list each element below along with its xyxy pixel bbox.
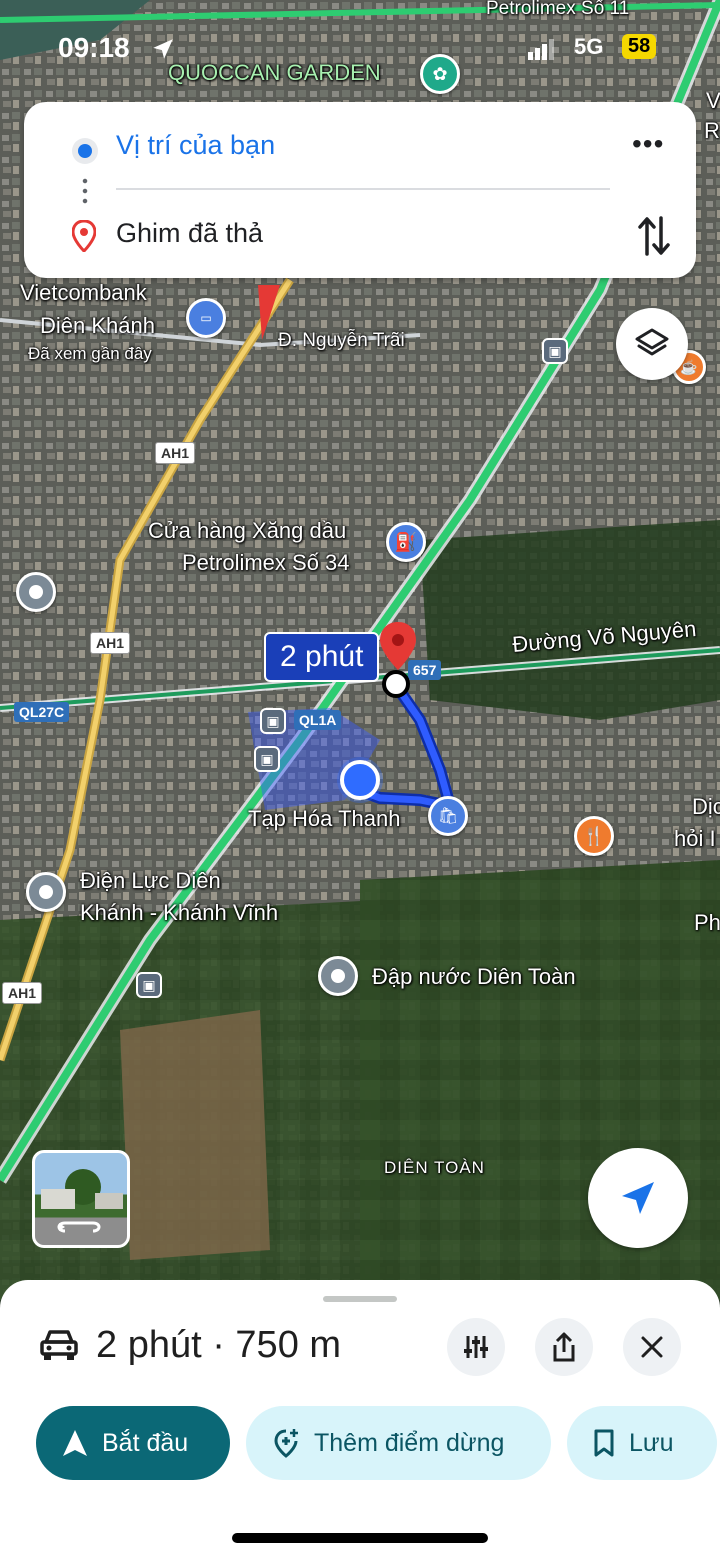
close-button[interactable]	[623, 1318, 681, 1376]
status-time: 09:18	[58, 32, 130, 63]
highway-shield-ql27c: QL27C	[14, 702, 70, 722]
sheet-drag-handle[interactable]	[323, 1296, 397, 1302]
location-arrow-icon	[153, 39, 173, 59]
bank-poi-icon[interactable]: ▭	[186, 298, 226, 338]
dropped-pin-icon[interactable]	[376, 620, 420, 700]
signal-icon	[528, 39, 554, 60]
swap-vertical-icon[interactable]	[636, 214, 672, 258]
place-label-petrolimex-34[interactable]: Petrolimex Số 34	[182, 550, 350, 575]
save-button[interactable]: Lưu	[567, 1406, 717, 1480]
close-icon	[641, 1336, 663, 1358]
highway-shield-ah1: AH1	[2, 982, 43, 1004]
share-icon	[553, 1332, 575, 1362]
start-navigation-button[interactable]: Bắt đầu	[36, 1406, 230, 1480]
place-poi-icon[interactable]	[318, 956, 358, 996]
battery-level: 58	[622, 34, 657, 59]
place-label-dap-nuoc[interactable]: Đập nước Diên Toàn	[372, 964, 576, 989]
shop-poi-icon[interactable]: 🛍	[428, 796, 468, 836]
place-poi-icon[interactable]	[16, 572, 56, 612]
more-options-button[interactable]: •••	[632, 128, 664, 160]
edge-label-v: V	[706, 88, 720, 113]
place-label-recently-viewed: Đã xem gần đây	[28, 344, 152, 363]
bus-stop-icon[interactable]: ▣	[136, 972, 162, 998]
add-stop-button[interactable]: Thêm điểm dừng	[246, 1406, 551, 1480]
my-location-button[interactable]	[588, 1148, 688, 1248]
place-label-vietcombank[interactable]: Vietcombank	[20, 280, 147, 305]
share-button[interactable]	[535, 1318, 593, 1376]
add-stop-label: Thêm điểm dừng	[314, 1428, 505, 1457]
layers-icon	[635, 328, 669, 356]
destination-pin-icon	[72, 220, 96, 252]
origin-field[interactable]: Vị trí của bạn	[116, 130, 275, 161]
navigation-arrow-icon	[62, 1429, 88, 1457]
destination-field[interactable]: Ghim đã thả	[116, 218, 263, 249]
divider	[116, 188, 610, 190]
bus-stop-icon[interactable]: ▣	[542, 338, 568, 364]
place-label-xang-dau[interactable]: Cửa hàng Xăng dầu	[148, 518, 346, 543]
place-label-dien-luc[interactable]: Điện Lực Diên	[80, 868, 221, 893]
restaurant-poi-icon[interactable]: 🍴	[574, 816, 614, 856]
edge-label-ph: Ph	[694, 910, 720, 935]
navigation-arrow-icon	[622, 1182, 654, 1214]
area-label-dien-toan: DIÊN TOÀN	[384, 1158, 485, 1177]
network-type: 5G	[574, 34, 604, 59]
highway-shield-ah1: AH1	[90, 632, 131, 654]
place-label-petrolimex-11[interactable]: Petrolimex Số 11	[486, 0, 629, 20]
route-summary: 2 phút · 750 m	[96, 1324, 342, 1366]
bottom-sheet: 2 phút · 750 m Bắt đầu Thêm điểm dừng Lư…	[0, 1280, 720, 1557]
street-view-icon	[41, 1169, 123, 1233]
layers-button[interactable]	[616, 308, 688, 380]
origin-dot-icon	[72, 138, 98, 164]
status-bar: 09:18 5G 58	[0, 30, 720, 70]
highway-shield-ah1: AH1	[155, 442, 196, 464]
eta-bubble[interactable]: 2 phút	[264, 632, 380, 682]
edge-label-r: R	[704, 118, 720, 143]
save-label: Lưu	[629, 1428, 674, 1457]
start-label: Bắt đầu	[102, 1428, 189, 1457]
tune-icon	[464, 1336, 488, 1358]
place-label-dien-luc-sub[interactable]: Khánh - Khánh Vĩnh	[80, 900, 278, 925]
current-location-dot	[340, 760, 380, 800]
street-label-nguyen-trai: Đ. Nguyễn Trãi	[278, 330, 405, 351]
highway-shield-ql1a: QL1A	[294, 710, 342, 730]
edge-label-hoi: hỏi I	[674, 826, 716, 851]
bookmark-icon	[593, 1429, 615, 1457]
directions-card: Vị trí của bạn Ghim đã thả •••	[24, 102, 696, 278]
car-icon	[40, 1330, 78, 1360]
place-label-tap-hoa-thanh[interactable]: Tạp Hóa Thanh	[248, 806, 400, 831]
street-view-thumbnail[interactable]	[32, 1150, 130, 1248]
bus-stop-icon[interactable]: ▣	[260, 708, 286, 734]
gas-station-poi-icon[interactable]: ⛽	[386, 522, 426, 562]
place-poi-icon[interactable]	[26, 872, 66, 912]
route-options-button[interactable]	[447, 1318, 505, 1376]
route-connector-icon	[82, 176, 88, 206]
edge-label-dic: Dịc	[692, 794, 720, 819]
add-location-icon	[272, 1428, 300, 1458]
bus-stop-icon[interactable]: ▣	[254, 746, 280, 772]
home-indicator[interactable]	[232, 1533, 488, 1543]
place-label-vietcombank-branch[interactable]: Diên Khánh	[40, 313, 155, 338]
